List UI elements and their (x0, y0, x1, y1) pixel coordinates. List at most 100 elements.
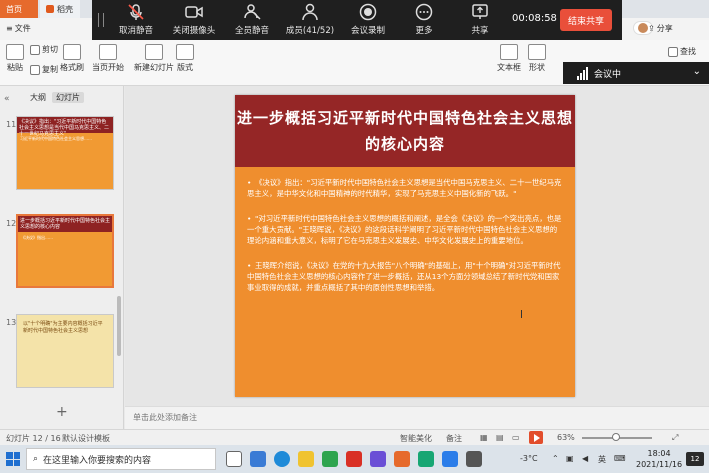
app-icon[interactable] (418, 451, 434, 467)
shape-button[interactable]: 形状 (528, 44, 546, 73)
format-painter-label: 格式刷 (60, 63, 84, 72)
app-icon[interactable] (322, 451, 338, 467)
edge-browser-icon[interactable] (274, 451, 290, 467)
volume-icon[interactable]: ◀ (582, 454, 588, 463)
layout-label: 版式 (177, 63, 193, 72)
app-icon[interactable] (370, 451, 386, 467)
tab-docer[interactable]: 稻壳 (40, 0, 80, 18)
camera-off-button[interactable]: 关闭摄像头 (166, 2, 222, 38)
layout-button[interactable]: 版式 (176, 44, 194, 73)
file-menu-label: 文件 (14, 24, 31, 33)
slide-counter: 幻灯片 12 / 16 (6, 434, 61, 443)
cut-button[interactable]: 剪切 (30, 44, 58, 55)
tab-slides[interactable]: 幻灯片 (52, 92, 84, 103)
thumbnail-title: 以"十个明确"为主要内容概括习近平新时代中国特色社会主义思想 (17, 315, 113, 387)
clock-date: 2021/11/16 (636, 460, 683, 469)
network-icon[interactable]: ▣ (566, 454, 574, 463)
wps-icon[interactable] (394, 451, 410, 467)
reading-view-icon[interactable]: ▭ (512, 433, 520, 442)
paste-label: 粘贴 (7, 63, 23, 72)
textbox-button[interactable]: 文本框 (497, 44, 521, 73)
fit-window-icon[interactable]: ⤢ (672, 433, 678, 443)
share-screen-button[interactable]: 共享 (452, 2, 508, 38)
tray-chevron-icon[interactable]: ⌃ (552, 454, 559, 463)
format-painter-button[interactable]: 格式刷 (60, 44, 84, 73)
paragraph-text: "对习近平新时代中国特色社会主义思想的概括和阐述，是全会《决议》的一个突出亮点，… (247, 214, 562, 245)
paste-button[interactable]: 粘贴 (6, 44, 24, 73)
thumbnail-body: 习近平新时代中国特色社会主义思想…… (17, 133, 113, 189)
notification-badge[interactable]: 12 (686, 452, 704, 466)
ime-icon[interactable]: ⌨ (614, 454, 626, 463)
chevron-down-icon[interactable]: ⌄ (693, 66, 701, 77)
screen: 首页 稻壳 ≡ 文件 ⇪ 分享 剪切 粘贴 复制 格式刷 当页开始 新建幻灯片 … (0, 0, 709, 473)
slide-thumbnail-11[interactable]: 《决议》指出："习近平新时代中国特色社会主义思想是当代中国马克思主义、二十一世纪… (16, 116, 114, 190)
notes-area[interactable]: 单击此处添加备注 (125, 406, 709, 429)
slide-thumbnail-13[interactable]: 以"十个明确"为主要内容概括习近平新时代中国特色社会主义思想 (16, 314, 114, 388)
app-icon[interactable] (346, 451, 362, 467)
thumbnail-scrollbar[interactable] (117, 296, 121, 356)
thumbnail-body: 《决议》指出…… (18, 232, 112, 286)
smart-beautify-button[interactable]: 智能美化 (400, 433, 432, 444)
current-slide[interactable]: 进一步概括习近平新时代中国特色社会主义思想的核心内容 • 《决议》指出："习近平新… (235, 95, 575, 397)
slide-paragraph: • "对习近平新时代中国特色社会主义思想的概括和阐述，是全会《决议》的一个突出亮点… (247, 214, 562, 245)
task-view-icon[interactable] (226, 451, 242, 467)
new-slide-button[interactable]: 新建幻灯片 (134, 44, 174, 73)
search-icon: ⌕ (33, 454, 39, 464)
drag-handle-icon[interactable] (98, 13, 104, 27)
copy-button[interactable]: 复制 (30, 64, 58, 75)
camera-icon (185, 6, 203, 18)
slide-canvas: 进一步概括习近平新时代中国特色社会主义思想的核心内容 • 《决议》指出："习近平新… (125, 86, 709, 406)
tab-home[interactable]: 首页 (0, 0, 38, 18)
app-icon[interactable] (466, 451, 482, 467)
file-menu[interactable]: ≡ 文件 (6, 23, 31, 34)
slide-body[interactable]: • 《决议》指出："习近平新时代中国特色社会主义思想是当代中国马克思主义、二十一世… (235, 167, 575, 397)
zoom-slider-knob[interactable] (612, 433, 620, 441)
record-button[interactable]: 会议录制 (340, 2, 396, 38)
sorter-view-icon[interactable]: ▤ (496, 433, 504, 442)
meeting-status-panel[interactable]: 会议中 ⌄ (563, 62, 709, 84)
taskbar-clock[interactable]: 18:04 2021/11/16 (636, 448, 682, 470)
weather-widget[interactable]: -3°C (520, 454, 538, 463)
slide-title[interactable]: 进一步概括习近平新时代中国特色社会主义思想的核心内容 (235, 95, 575, 167)
find-button[interactable]: 查找 (668, 46, 696, 57)
slide-paragraph: • 王晓晖介绍说，《决议》在党的十九大报告"八个明确"的基础上，用"十个明确"对习… (247, 261, 561, 292)
share-button[interactable]: ⇪ 分享 (648, 23, 673, 34)
tab-outline[interactable]: 大纲 (30, 92, 46, 103)
members-button[interactable]: 成员(41/52) (282, 2, 338, 38)
notes-toggle-button[interactable]: 备注 (446, 433, 462, 444)
play-from-current-label: 当页开始 (92, 63, 124, 72)
taskbar-search-input[interactable]: ⌕ 在这里输入你要搜索的内容 (26, 448, 216, 470)
tab-docer-label: 稻壳 (57, 4, 73, 14)
textbox-label: 文本框 (497, 63, 521, 72)
text-cursor-icon (521, 310, 523, 318)
unmute-label: 取消静音 (118, 26, 153, 36)
windows-start-icon[interactable] (6, 452, 20, 466)
app-icon[interactable] (250, 451, 266, 467)
notes-placeholder: 单击此处添加备注 (133, 413, 197, 422)
meeting-status-label: 会议中 (594, 69, 622, 80)
avatar (638, 23, 648, 33)
play-from-current-button[interactable]: 当页开始 (92, 44, 124, 73)
find-label: 查找 (680, 47, 696, 56)
slideshow-play-button[interactable] (529, 431, 543, 444)
input-method-indicator[interactable]: 英 (598, 454, 606, 465)
members-icon (302, 3, 318, 21)
collapse-pane-icon[interactable]: « (4, 94, 10, 104)
slide-thumbnail-12[interactable]: 进一步概括习近平新时代中国特色社会主义思想的核心内容 《决议》指出…… (16, 214, 114, 288)
end-share-button[interactable]: 结束共享 (560, 9, 612, 31)
shape-icon (528, 44, 546, 60)
normal-view-icon[interactable]: ▦ (480, 433, 488, 442)
theme-name[interactable]: 默认设计模板 (62, 433, 110, 444)
tab-home-label: 首页 (6, 4, 22, 14)
find-icon (668, 46, 678, 57)
unmute-button[interactable]: 取消静音 (108, 2, 164, 38)
file-explorer-icon[interactable] (298, 451, 314, 467)
new-slide-label: 新建幻灯片 (134, 63, 174, 72)
copy-icon (30, 64, 40, 75)
layout-icon (176, 44, 194, 60)
more-button[interactable]: 更多 (396, 2, 452, 38)
cut-label: 剪切 (42, 45, 58, 54)
meeting-app-icon[interactable] (442, 451, 458, 467)
add-slide-button[interactable]: + (56, 404, 68, 420)
mute-all-button[interactable]: 全员静音 (224, 2, 280, 38)
